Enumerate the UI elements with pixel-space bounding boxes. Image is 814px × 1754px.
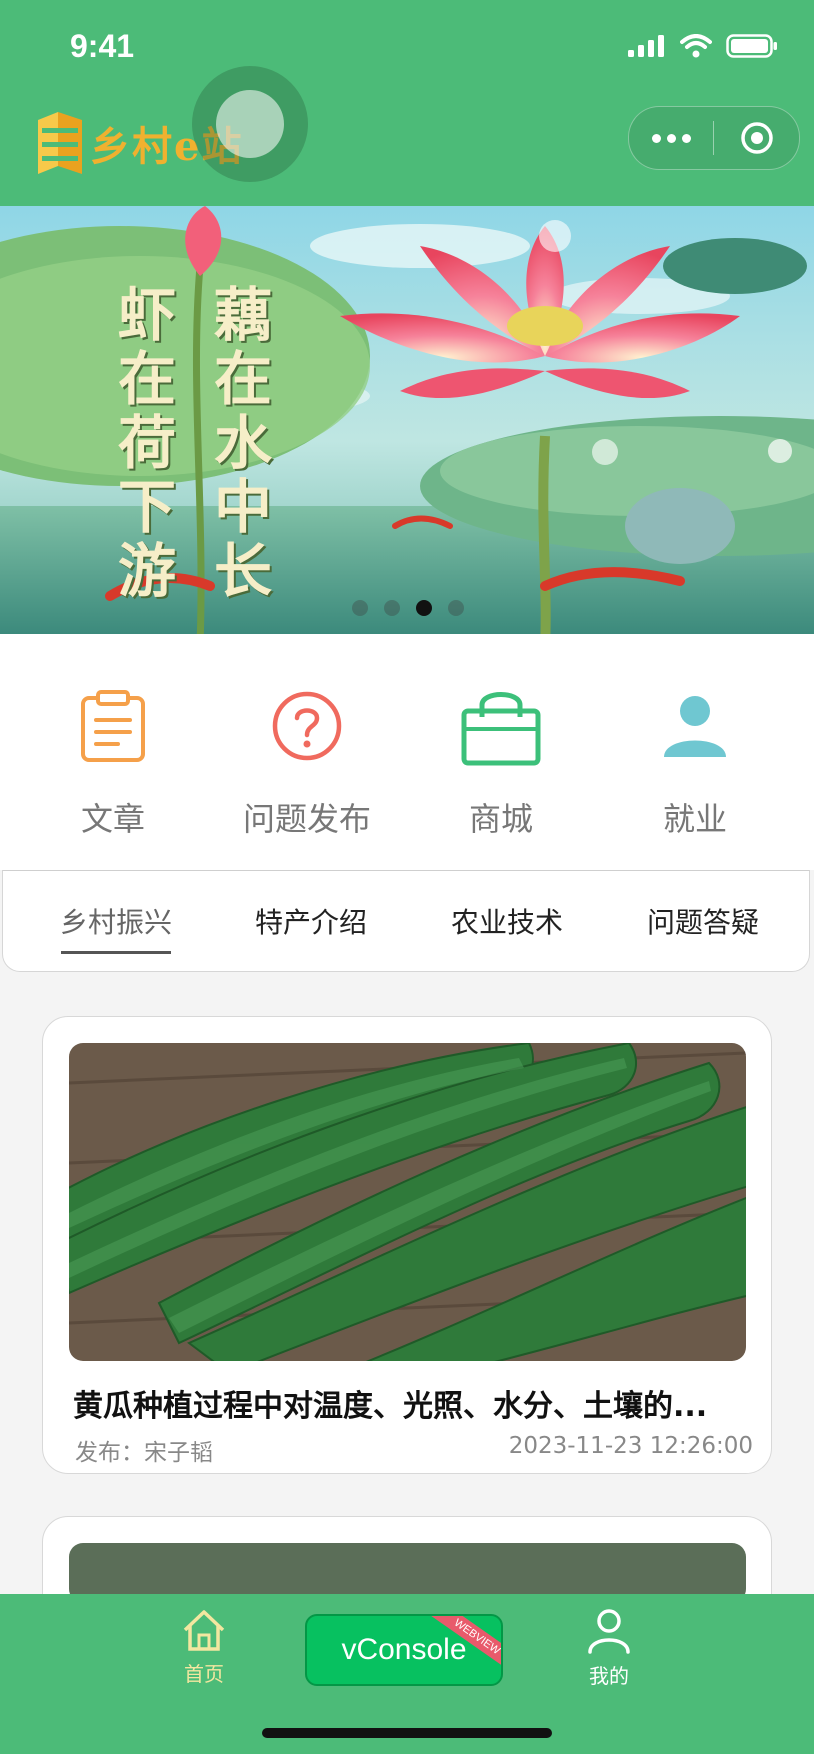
shopping-bag-icon bbox=[461, 692, 541, 766]
miniprogram-capsule bbox=[628, 106, 800, 170]
question-circle-icon bbox=[272, 691, 342, 761]
active-tab-underline bbox=[61, 951, 171, 954]
tab-home-label: 首页 bbox=[184, 1662, 224, 1686]
article-title: 黄瓜种植过程中对温度、光照、水分、土壤的... bbox=[73, 1389, 708, 1424]
carousel-dot[interactable] bbox=[352, 600, 368, 616]
article-card[interactable]: 黄瓜种植过程中对温度、光照、水分、土壤的... 发布：宋子韬 2023-11-2… bbox=[42, 1016, 772, 1474]
quick-menu-mall[interactable]: 商城 bbox=[404, 680, 598, 840]
quick-menu-articles[interactable]: 文章 bbox=[16, 680, 210, 840]
wifi-icon bbox=[680, 34, 712, 58]
quick-menu-jobs[interactable]: 就业 bbox=[598, 680, 792, 840]
home-icon bbox=[183, 1610, 225, 1651]
banner-poem-line-1: 藕在水中长 bbox=[204, 284, 272, 604]
vconsole-label: vConsole bbox=[341, 1633, 467, 1666]
quick-menu-label: 文章 bbox=[80, 800, 145, 838]
vconsole-button[interactable]: vConsole WEBVIEW bbox=[305, 1614, 503, 1686]
close-miniprogram-icon[interactable] bbox=[714, 120, 799, 156]
tab-agricultural-technology[interactable]: 农业技术 bbox=[451, 901, 563, 941]
floating-assistive-ball[interactable] bbox=[192, 66, 308, 182]
signal-icon bbox=[628, 35, 664, 57]
tab-home[interactable]: 首页 bbox=[154, 1608, 254, 1687]
quick-menu-ask-question[interactable]: 问题发布 bbox=[210, 680, 404, 840]
article-author: 发布：宋子韬 bbox=[75, 1440, 213, 1466]
quick-menu-label: 就业 bbox=[662, 800, 727, 838]
header: 9:41 乡村e站 bbox=[0, 0, 814, 206]
home-indicator bbox=[262, 1728, 552, 1738]
tab-qa[interactable]: 问题答疑 bbox=[647, 901, 759, 941]
clipboard-icon bbox=[81, 690, 145, 762]
tab-specialty-products[interactable]: 特产介绍 bbox=[255, 901, 367, 941]
article-cover-image bbox=[69, 1043, 746, 1361]
category-tabs: 乡村振兴 特产介绍 农业技术 问题答疑 bbox=[2, 870, 810, 972]
carousel-dot[interactable] bbox=[384, 600, 400, 616]
battery-icon bbox=[726, 34, 777, 58]
app-screen: 9:41 乡村e站 藕在水中长 虾在荷下游 文章 问题发布 商城 就业 乡村振兴… bbox=[0, 0, 814, 1754]
article-date: 2023-11-23 12:26:00 bbox=[508, 1433, 753, 1459]
tab-rural-revitalization[interactable]: 乡村振兴 bbox=[60, 901, 172, 941]
quick-menu: 文章 问题发布 商城 就业 bbox=[0, 634, 814, 870]
status-icons bbox=[628, 34, 778, 58]
tab-mine[interactable]: 我的 bbox=[559, 1608, 659, 1689]
tab-mine-label: 我的 bbox=[589, 1664, 629, 1688]
user-icon bbox=[588, 1609, 630, 1654]
carousel-dot[interactable] bbox=[448, 600, 464, 616]
logo-mark-icon bbox=[38, 112, 82, 174]
carousel-dot-active[interactable] bbox=[416, 600, 432, 616]
person-icon bbox=[664, 696, 726, 757]
more-menu-icon[interactable] bbox=[629, 133, 713, 143]
bottom-tab-bar: 首页 vConsole WEBVIEW 我的 bbox=[0, 1594, 814, 1754]
carousel-indicator bbox=[352, 600, 464, 616]
banner-poem-line-2: 虾在荷下游 bbox=[108, 284, 176, 604]
quick-menu-label: 商城 bbox=[468, 800, 533, 838]
quick-menu-label: 问题发布 bbox=[242, 800, 371, 838]
banner-carousel[interactable]: 藕在水中长 虾在荷下游 bbox=[0, 206, 814, 634]
status-time: 9:41 bbox=[70, 28, 135, 64]
